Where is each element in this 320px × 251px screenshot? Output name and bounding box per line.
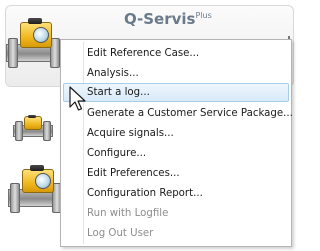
menu-item-edit-reference-case[interactable]: Edit Reference Case... bbox=[61, 44, 291, 63]
brand-name: Q-Servis bbox=[124, 10, 196, 28]
brand-logo: Q-ServisPlus bbox=[124, 10, 212, 28]
menu-item-generate-customer-service-package[interactable]: Generate a Customer Service Package... bbox=[61, 104, 293, 123]
mouse-pointer-icon bbox=[69, 86, 86, 111]
menu-item-configure[interactable]: Configure... bbox=[61, 144, 291, 163]
flowmeter-device-icon[interactable] bbox=[13, 115, 53, 141]
context-menu: Edit Reference Case... Analysis... Start… bbox=[60, 39, 293, 247]
brand-suffix: Plus bbox=[195, 11, 212, 20]
menu-item-start-a-log[interactable]: Start a log... bbox=[63, 83, 289, 102]
flowmeter-device-icon[interactable] bbox=[6, 18, 64, 68]
menu-item-run-with-logfile[interactable]: Run with Logfile bbox=[61, 204, 291, 223]
flowmeter-device-icon[interactable] bbox=[8, 165, 66, 213]
menu-item-log-out-user[interactable]: Log Out User bbox=[61, 224, 291, 243]
menu-item-acquire-signals[interactable]: Acquire signals... bbox=[61, 124, 291, 143]
menu-item-analysis[interactable]: Analysis... bbox=[61, 64, 291, 83]
menu-item-configuration-report[interactable]: Configuration Report... bbox=[61, 184, 291, 203]
menu-item-edit-preferences[interactable]: Edit Preferences... bbox=[61, 164, 291, 183]
application-window: Q-ServisPlus Edit Reference Case... Anal… bbox=[0, 0, 294, 251]
